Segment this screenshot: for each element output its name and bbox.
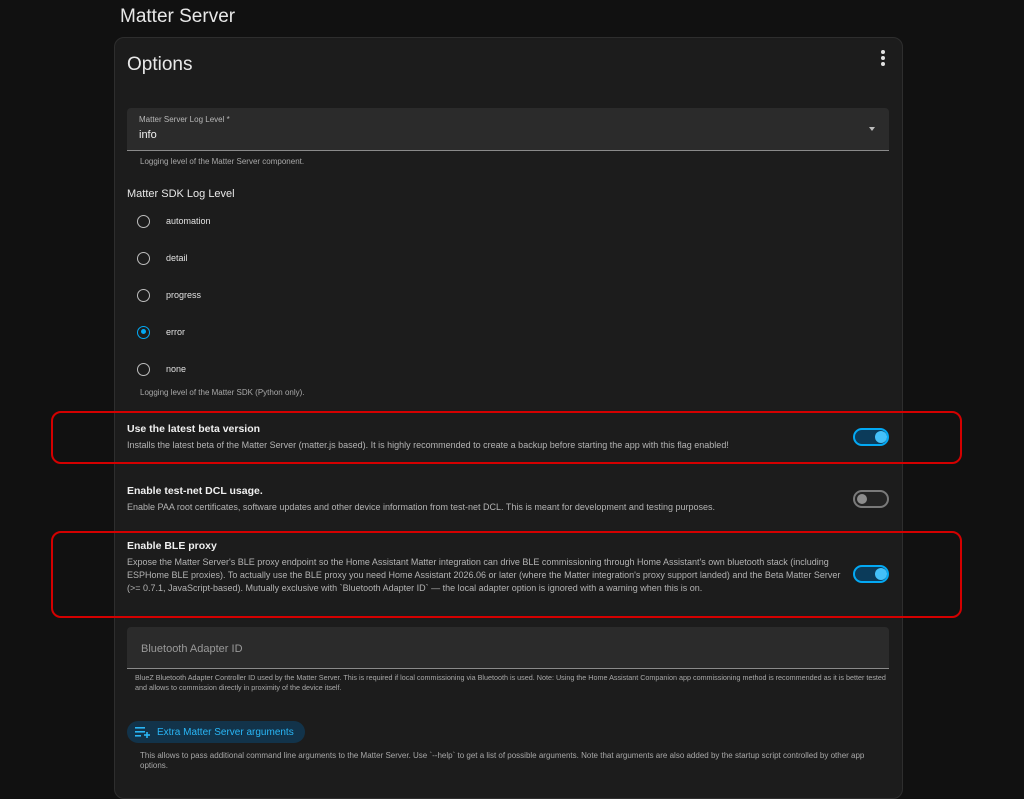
log-level-select[interactable]: Matter Server Log Level * info: [127, 108, 889, 151]
bluetooth-adapter-input[interactable]: [139, 627, 881, 670]
sdk-log-level-helper: Logging level of the Matter SDK (Python …: [140, 388, 305, 397]
more-options-button[interactable]: [878, 50, 888, 66]
card-title: Options: [127, 54, 193, 75]
radio-option-error[interactable]: error: [137, 322, 185, 342]
extra-args-button[interactable]: Extra Matter Server arguments: [127, 721, 305, 743]
dropdown-arrow-icon: [869, 127, 875, 131]
bluetooth-adapter-helper: BlueZ Bluetooth Adapter Controller ID us…: [135, 673, 886, 692]
extra-args-helper: This allows to pass additional command l…: [140, 751, 865, 770]
radio-button[interactable]: [137, 214, 150, 228]
radio-button[interactable]: [137, 251, 150, 265]
test-net-description: Enable PAA root certificates, software u…: [127, 502, 715, 512]
radio-button[interactable]: [137, 362, 150, 376]
radio-label: error: [166, 327, 186, 337]
radio-label: detail: [166, 253, 188, 263]
extra-args-button-label: Extra Matter Server arguments: [157, 726, 294, 738]
radio-option-detail[interactable]: detail: [137, 248, 188, 268]
playlist-add-icon: [135, 727, 150, 738]
ble-proxy-highlight-box: [51, 531, 962, 618]
log-level-value: info: [139, 129, 157, 141]
beta-highlight-box: [51, 411, 962, 464]
radio-label: progress: [166, 290, 202, 300]
log-level-helper: Logging level of the Matter Server compo…: [140, 157, 305, 166]
test-net-toggle[interactable]: [853, 490, 889, 508]
radio-option-automation[interactable]: automation: [137, 211, 211, 231]
radio-label: automation: [166, 216, 211, 226]
sdk-log-level-label: Matter SDK Log Level: [127, 188, 235, 200]
page-title: Matter Server: [120, 6, 236, 27]
radio-button-checked[interactable]: [137, 325, 150, 339]
radio-option-progress[interactable]: progress: [137, 285, 201, 305]
test-net-title: Enable test-net DCL usage.: [127, 485, 263, 497]
radio-button[interactable]: [137, 288, 150, 302]
radio-option-none[interactable]: none: [137, 359, 186, 379]
radio-label: none: [166, 364, 187, 374]
log-level-label: Matter Server Log Level *: [139, 115, 230, 124]
bluetooth-adapter-field[interactable]: [127, 627, 889, 670]
more-vert-icon: [881, 50, 885, 54]
